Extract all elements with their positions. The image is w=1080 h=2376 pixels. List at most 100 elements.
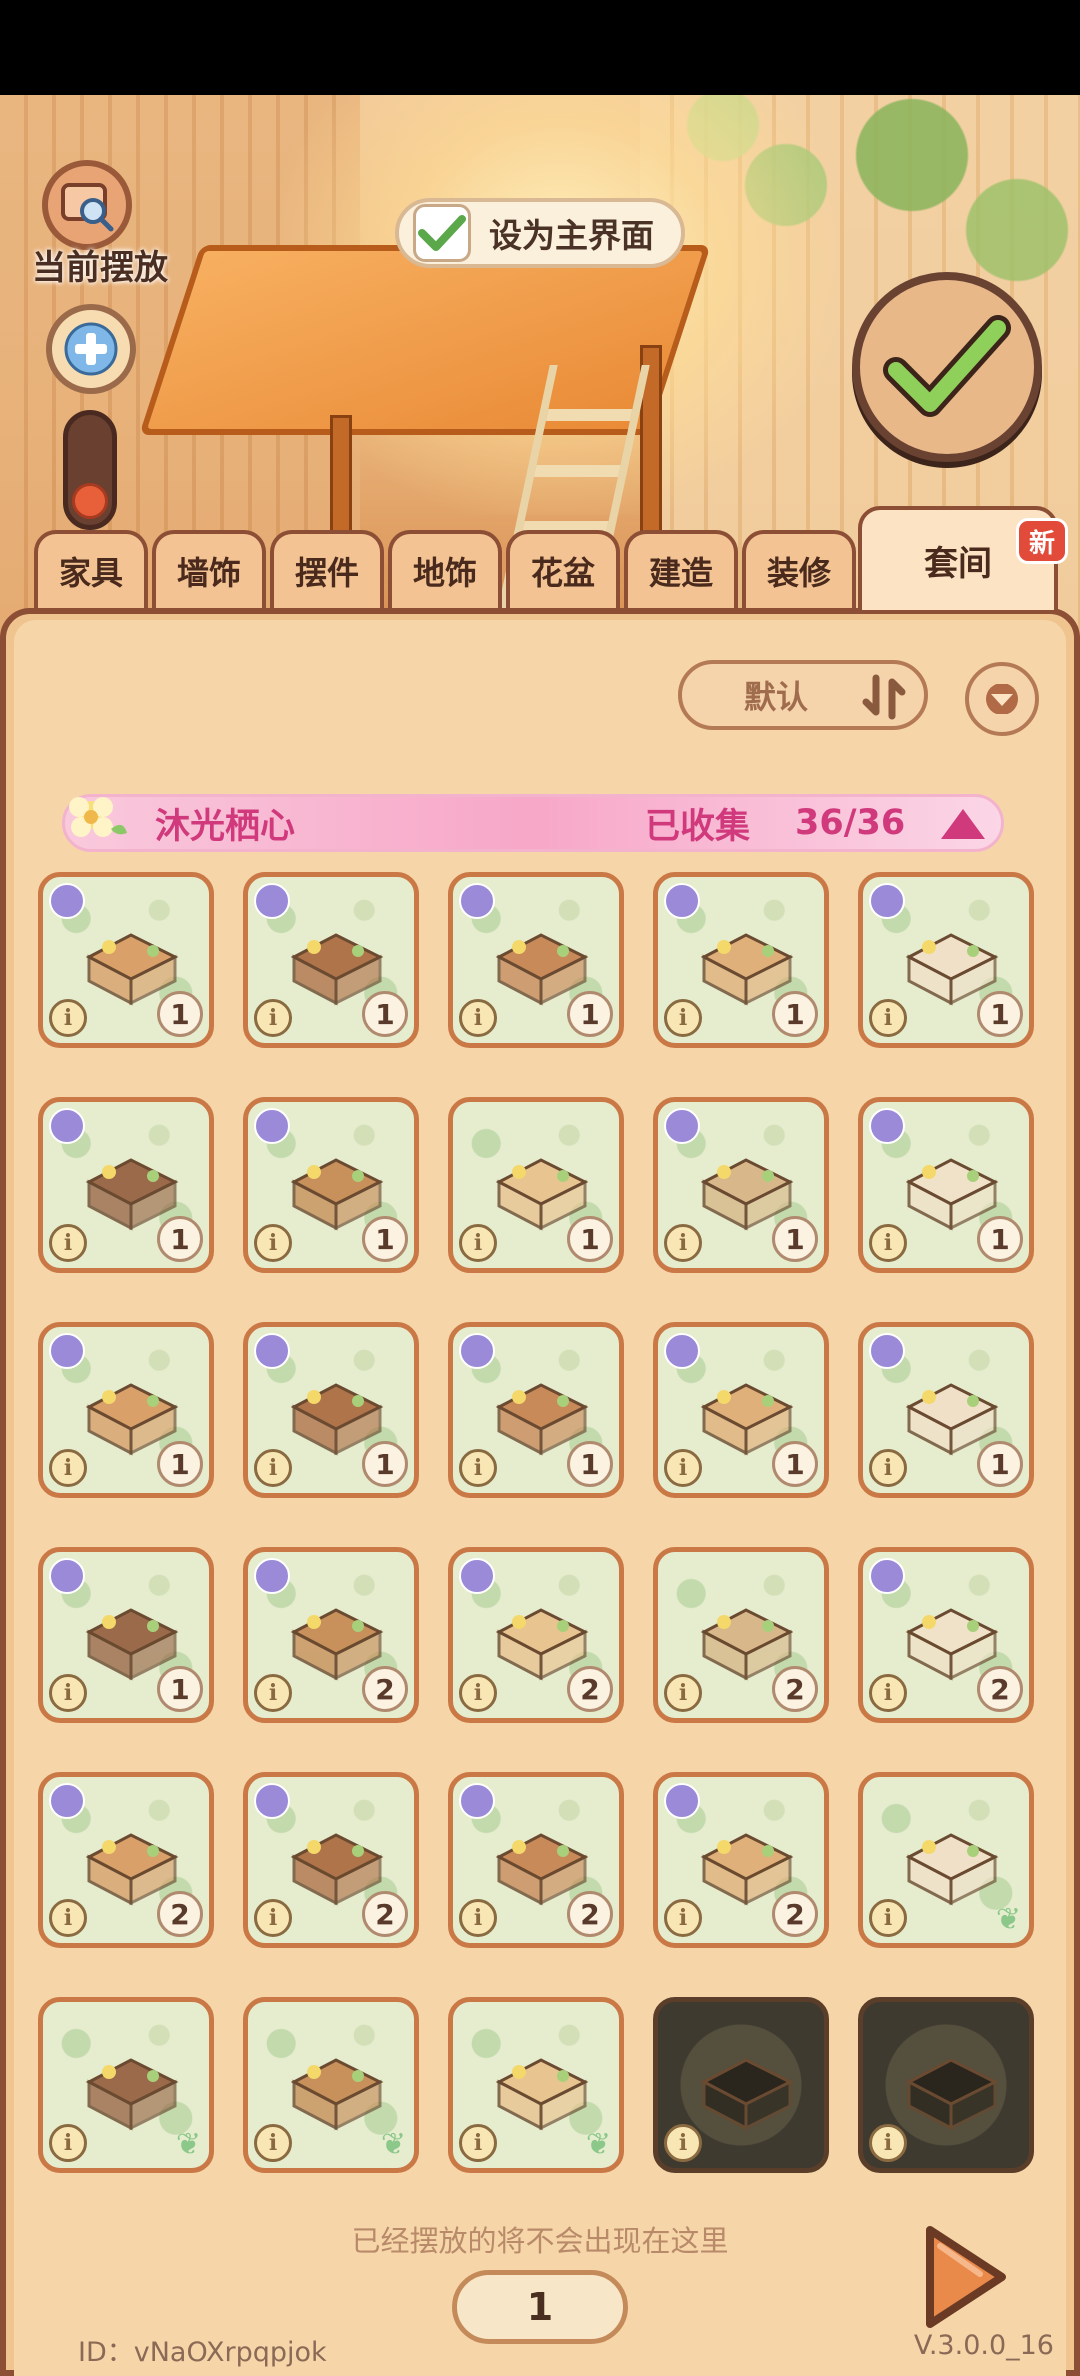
- item-tile-canopy[interactable]: i1: [653, 1097, 829, 1273]
- confirm-button[interactable]: [852, 272, 1042, 462]
- zoom-in-button[interactable]: [46, 304, 136, 394]
- tab-build[interactable]: 建造: [624, 530, 738, 608]
- zoom-slider[interactable]: [63, 410, 117, 530]
- item-tile-lamp[interactable]: i1: [448, 1322, 624, 1498]
- info-icon[interactable]: i: [869, 999, 907, 1037]
- info-icon[interactable]: i: [664, 999, 702, 1037]
- item-tile-curtain[interactable]: i2: [653, 1547, 829, 1723]
- check-icon: [418, 215, 466, 251]
- item-tile-fence-dark[interactable]: i: [858, 1997, 1034, 2173]
- info-icon[interactable]: i: [869, 1224, 907, 1262]
- suite-badge-icon: [254, 1558, 290, 1594]
- suite-badge-icon: [49, 883, 85, 919]
- suite-badge-icon: [664, 1783, 700, 1819]
- item-tile-sofa[interactable]: i1: [38, 872, 214, 1048]
- gate-dark-icon: [700, 2058, 794, 2131]
- item-quantity: 1: [567, 1441, 613, 1487]
- suite-name: 沐光栖心: [155, 806, 296, 847]
- info-icon[interactable]: i: [49, 2124, 87, 2162]
- tab-floor-decor[interactable]: 地饰: [388, 530, 502, 608]
- item-tile-corner-shelf[interactable]: i1: [38, 1547, 214, 1723]
- info-icon[interactable]: i: [49, 1899, 87, 1937]
- item-quantity: 1: [977, 991, 1023, 1037]
- info-icon[interactable]: i: [459, 999, 497, 1037]
- next-page-icon[interactable]: [920, 2222, 1010, 2332]
- item-tile-floor-green[interactable]: i ❦: [448, 1997, 624, 2173]
- zoom-slider-knob[interactable]: [72, 483, 108, 519]
- info-icon[interactable]: i: [664, 1674, 702, 1712]
- item-tile-cabinet[interactable]: i1: [243, 1097, 419, 1273]
- item-quantity: 1: [567, 1216, 613, 1262]
- item-tile-bookshelf[interactable]: i1: [448, 872, 624, 1048]
- tab-furniture[interactable]: 家具: [34, 530, 148, 608]
- item-tile-vanity[interactable]: i1: [858, 1322, 1034, 1498]
- info-icon[interactable]: i: [664, 1224, 702, 1262]
- info-icon[interactable]: i: [49, 1674, 87, 1712]
- item-tile-arch[interactable]: i2: [38, 1772, 214, 1948]
- info-icon[interactable]: i: [254, 1449, 292, 1487]
- set-as-main-label: 设为主界面: [489, 216, 654, 255]
- item-tile-window[interactable]: i1: [653, 1322, 829, 1498]
- suite-badge-icon: [459, 1783, 495, 1819]
- chevron-down-icon: [986, 684, 1018, 714]
- info-icon[interactable]: i: [254, 1674, 292, 1712]
- info-icon[interactable]: i: [459, 1224, 497, 1262]
- info-icon[interactable]: i: [664, 1899, 702, 1937]
- collapse-triangle-icon[interactable]: [941, 809, 985, 839]
- info-icon[interactable]: i: [869, 1449, 907, 1487]
- item-tile-bed[interactable]: i1: [653, 872, 829, 1048]
- tab-renovate[interactable]: 装修: [742, 530, 856, 608]
- info-icon[interactable]: i: [254, 1899, 292, 1937]
- item-quantity: 1: [362, 1441, 408, 1487]
- info-icon[interactable]: i: [459, 2124, 497, 2162]
- tab-ornaments[interactable]: 摆件: [270, 530, 384, 608]
- item-tile-planter-table[interactable]: i2: [243, 1772, 419, 1948]
- info-icon[interactable]: i: [869, 1899, 907, 1937]
- filter-dropdown-button[interactable]: [965, 662, 1039, 736]
- info-icon[interactable]: i: [664, 1449, 702, 1487]
- info-icon[interactable]: i: [254, 2124, 292, 2162]
- tab-flower-pots[interactable]: 花盆: [506, 530, 620, 608]
- info-icon[interactable]: i: [254, 1224, 292, 1262]
- set-as-main-toggle[interactable]: 设为主界面: [395, 198, 685, 268]
- current-placement-button[interactable]: [42, 160, 132, 250]
- item-tile-bed-canopy[interactable]: i2: [653, 1772, 829, 1948]
- suite-badge-icon: [869, 1108, 905, 1144]
- info-icon[interactable]: i: [869, 1674, 907, 1712]
- suite-badge-icon: [49, 1333, 85, 1369]
- sort-select[interactable]: 默认: [678, 660, 928, 730]
- item-tile-floor-wood[interactable]: i ❦: [38, 1997, 214, 2173]
- item-tile-wall-panel[interactable]: i ❦: [243, 1997, 419, 2173]
- info-icon[interactable]: i: [49, 1449, 87, 1487]
- suite-header[interactable]: 沐光栖心 已收集 36/36: [62, 794, 1004, 852]
- info-icon[interactable]: i: [664, 2124, 702, 2162]
- info-icon[interactable]: i: [459, 1899, 497, 1937]
- item-tile-stool[interactable]: i1: [38, 1097, 214, 1273]
- item-tile-rug[interactable]: i1: [448, 1097, 624, 1273]
- item-quantity: 2: [772, 1891, 818, 1937]
- item-tile-counter[interactable]: i2: [858, 1547, 1034, 1723]
- info-icon[interactable]: i: [869, 2124, 907, 2162]
- item-tile-gate-dark[interactable]: i: [653, 1997, 829, 2173]
- tab-wall-decor[interactable]: 墙饰: [152, 530, 266, 608]
- item-tile-fridge[interactable]: i1: [858, 1097, 1034, 1273]
- item-tile-round-table[interactable]: i1: [38, 1322, 214, 1498]
- item-tile-wallpaper[interactable]: i ❦: [858, 1772, 1034, 1948]
- item-tile-flower-bush[interactable]: i2: [243, 1547, 419, 1723]
- checkbox[interactable]: [413, 204, 471, 262]
- suite-badge-icon: [254, 1333, 290, 1369]
- info-icon[interactable]: i: [459, 1674, 497, 1712]
- suite-badge-icon: [664, 1333, 700, 1369]
- item-tile-kitchen[interactable]: i2: [448, 1772, 624, 1948]
- info-icon[interactable]: i: [49, 1224, 87, 1262]
- item-tile-desk-shelf[interactable]: i1: [243, 872, 419, 1048]
- item-quantity: 1: [157, 1216, 203, 1262]
- info-icon[interactable]: i: [49, 999, 87, 1037]
- info-icon[interactable]: i: [459, 1449, 497, 1487]
- current-placement-label: 当前摆放: [32, 248, 168, 288]
- item-tile-tv-stand[interactable]: i2: [448, 1547, 624, 1723]
- info-icon[interactable]: i: [254, 999, 292, 1037]
- item-tile-door[interactable]: i1: [243, 1322, 419, 1498]
- item-quantity: 1: [977, 1216, 1023, 1262]
- item-tile-chair[interactable]: i1: [858, 872, 1034, 1048]
